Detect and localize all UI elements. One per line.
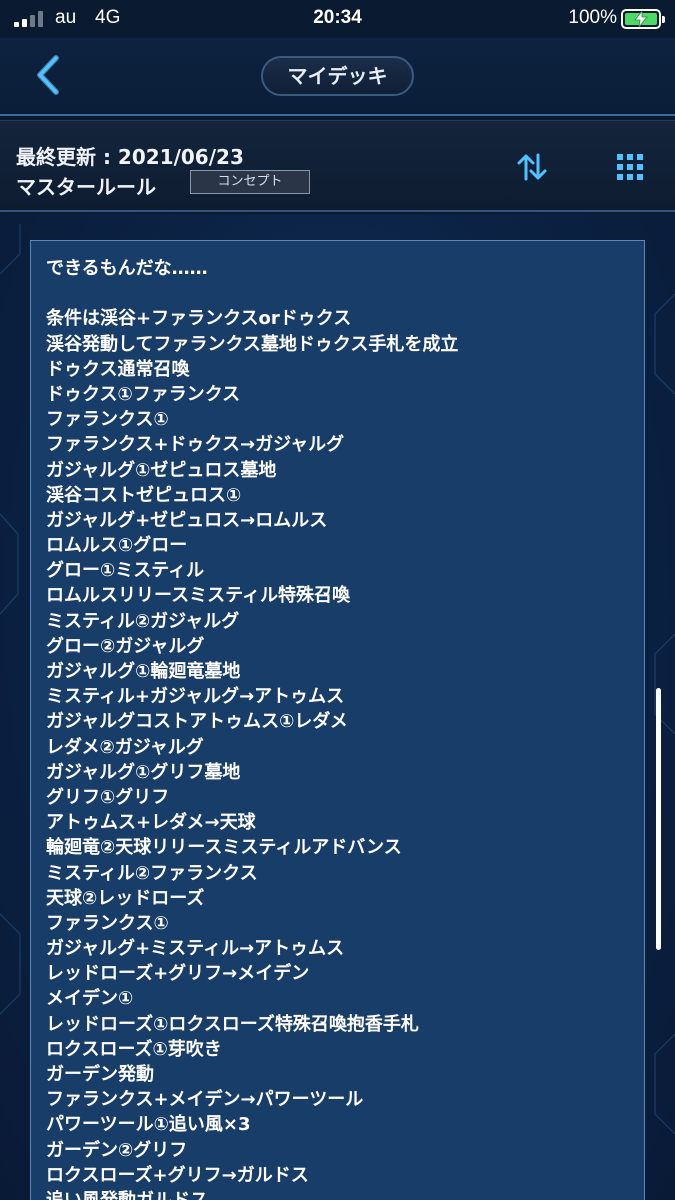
deck-text-line: ファランクス①: [46, 409, 169, 431]
deck-text-line: 渓谷コストゼピュロス①: [46, 484, 242, 506]
last-updated-label: 最終更新 : 2021/06/23: [16, 145, 244, 169]
page-title: マイデッキ: [261, 56, 414, 96]
back-button[interactable]: [30, 52, 70, 98]
rule-label: マスタールール: [16, 175, 156, 199]
deck-text-line: レダメ②ガジャルグ: [46, 736, 204, 758]
deck-text-line: ガジャルグ+ゼピュロス→ロムルス: [46, 509, 328, 531]
deck-text-line: ガジャルグ①グリフ墓地: [46, 761, 241, 783]
deck-text-line: グリフ①グリフ: [46, 786, 170, 808]
deck-text-line: ロクスローズ①芽吹き: [46, 1038, 222, 1060]
deck-info-bar: 最終更新 : 2021/06/23 マスタールール コンセプト: [0, 120, 675, 212]
deck-text-line: ガーデン発動: [46, 1064, 154, 1085]
deck-text-line: ガジャルグ①輪廻竜墓地: [46, 661, 241, 682]
deck-text-line: ファランクス①: [46, 912, 169, 934]
battery-percent: 100%: [568, 7, 617, 28]
deck-text-line: ロクスローズ+グリフ→ガルドス: [46, 1164, 309, 1186]
deck-text-line: ガーデン②グリフ: [46, 1139, 188, 1161]
grid-view-button[interactable]: [616, 153, 644, 181]
deck-text-line: レッドローズ①ロクスローズ特殊召喚抱香手札: [46, 1013, 419, 1035]
deck-text-line: グロー①ミスティル: [46, 560, 205, 582]
deck-text-line: ロムルス①グロー: [46, 535, 188, 557]
deck-text-line: ファランクス+メイデン→パワーツール: [46, 1089, 364, 1111]
deck-text-line: ミスティル②ガジャルグ: [46, 610, 240, 632]
battery-icon: [621, 9, 665, 29]
deck-text-line: ファランクス+ドゥクス→ガジャルグ: [46, 434, 345, 456]
deck-text-line: グロー②ガジャルグ: [46, 635, 205, 657]
deck-text-line: できるもんだな……: [46, 258, 208, 279]
deck-text-line: アトゥムス+レダメ→天球: [46, 812, 256, 834]
deck-text-line: ロムルスリリースミスティル特殊召喚: [46, 585, 351, 607]
sort-button[interactable]: [516, 151, 548, 183]
deck-text-line: ドゥクス通常召喚: [46, 358, 190, 380]
deck-text-line: 輪廻竜②天球リリースミスティルアドバンス: [46, 837, 402, 859]
scrollbar[interactable]: [656, 688, 661, 950]
charging-bolt-icon: [634, 11, 648, 27]
deck-text-line: ガジャルグ+ミスティル→アトゥムス: [46, 938, 345, 960]
deck-text-line: 追い風発動ガルドス: [46, 1188, 636, 1200]
deck-text-line: ガジャルグコストアトゥムス①レダメ: [46, 711, 348, 733]
deck-description-text: できるもんだな…… 条件は渓谷+ファランクスorドゥクス渓谷発動してファランクス墓…: [46, 256, 636, 1200]
deck-text-line: 渓谷発動してファランクス墓地ドゥクス手札を成立: [46, 333, 459, 355]
deck-text-panel[interactable]: できるもんだな…… 条件は渓谷+ファランクスorドゥクス渓谷発動してファランクス墓…: [30, 240, 645, 1200]
deck-text-line: ミスティル+ガジャルグ→アトゥムス: [46, 686, 345, 708]
deck-text-line: 条件は渓谷+ファランクスorドゥクス: [46, 308, 352, 330]
deck-text-line: レッドローズ+グリフ→メイデン: [46, 963, 310, 985]
deck-text-line: パワーツール①追い風×3: [46, 1114, 251, 1136]
sort-arrows-icon: [517, 153, 547, 181]
deck-text-line: ミスティル②ファランクス: [46, 862, 258, 884]
deck-text-line: ガジャルグ①ゼピュロス墓地: [46, 459, 277, 481]
deck-text-line: ドゥクス①ファランクス: [46, 383, 241, 405]
deck-text-line: 天球②レッドローズ: [46, 887, 205, 909]
deck-text-line: メイデン①: [46, 988, 134, 1010]
grid-icon: [617, 154, 643, 180]
nav-header: マイデッキ: [0, 38, 675, 116]
deck-text-line: [46, 281, 636, 306]
concept-badge[interactable]: コンセプト: [190, 170, 310, 194]
status-bar: au 4G 20:34 100%: [0, 0, 675, 38]
chevron-left-icon: [37, 55, 59, 95]
